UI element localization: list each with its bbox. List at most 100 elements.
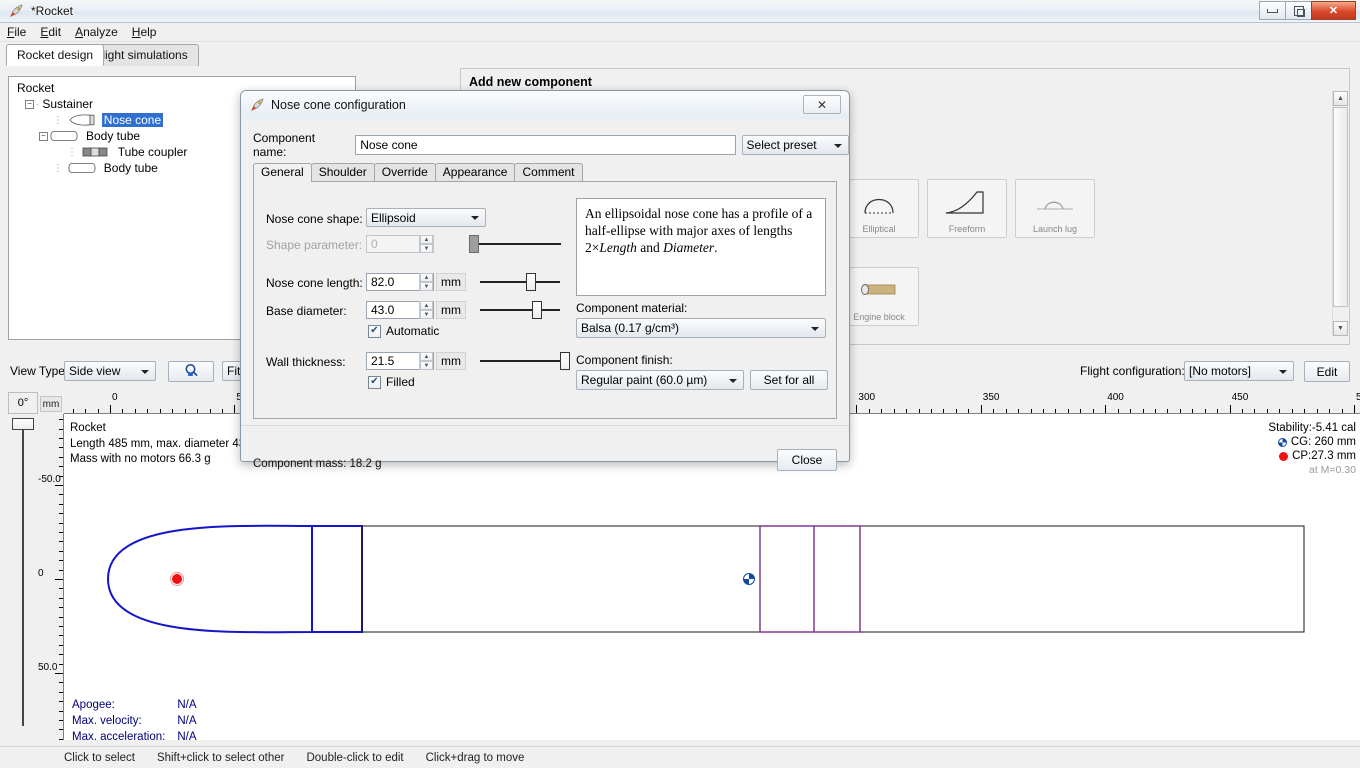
add-elliptical-button[interactable]: Elliptical: [839, 179, 919, 238]
slider-thumb[interactable]: [532, 301, 542, 319]
ruler-major-tick: [980, 405, 982, 413]
dialog-close-icon[interactable]: ✕: [803, 95, 841, 114]
menubar: File Edit Analyze Help: [0, 23, 1360, 42]
stepper-up-icon[interactable]: ▲: [420, 352, 433, 361]
tube-coupler-icon: [82, 146, 112, 158]
slider-track: [469, 243, 561, 245]
flight-stat-row: Max. velocity: N/A: [72, 714, 197, 728]
zoom-button[interactable]: [168, 361, 214, 382]
add-launch-lug-button[interactable]: Launch lug: [1015, 179, 1095, 238]
general-tab-pane: Nose cone shape: Ellipsoid Shape paramet…: [253, 181, 837, 419]
automatic-checkbox[interactable]: ✔ Automatic: [368, 324, 439, 338]
flight-configuration-select[interactable]: [No motors]: [1184, 361, 1294, 381]
add-freeform-button[interactable]: Freeform: [927, 179, 1007, 238]
nose-cone-length-value: 82.0: [371, 275, 395, 289]
flight-stat-row: Apogee: N/A: [72, 698, 197, 712]
wall-thickness-stepper[interactable]: ▲ ▼: [419, 352, 433, 370]
component-finish-select[interactable]: Regular paint (60.0 µm): [576, 370, 744, 390]
openrocket-window: *Rocket ✕ File Edit Analyze Help Rocket …: [0, 0, 1360, 768]
filled-checkbox[interactable]: ✔ Filled: [368, 375, 415, 389]
window-titlebar: *Rocket ✕: [0, 0, 1360, 23]
add-engine-block-label: Engine block: [853, 312, 905, 322]
dialog-title: Nose cone configuration: [271, 98, 406, 112]
rotation-slider-track: [22, 426, 24, 726]
tab-rocket-design[interactable]: Rocket design: [6, 44, 105, 66]
dialog-tab-appearance[interactable]: Appearance: [434, 163, 516, 182]
close-button[interactable]: ✕: [1311, 1, 1356, 20]
wall-thickness-slider[interactable]: [480, 352, 570, 370]
ruler-tick-label: 0: [38, 568, 44, 579]
apogee-value: N/A: [177, 699, 197, 711]
component-mass-label: Component mass: 18.2 g: [253, 458, 382, 470]
stepper-down-icon[interactable]: ▼: [420, 244, 433, 253]
description-emphasis-diameter: Diameter: [663, 240, 715, 255]
dialog-tab-override[interactable]: Override: [373, 163, 436, 182]
nose-cone-length-input[interactable]: 82.0 ▲ ▼: [366, 273, 434, 291]
menu-edit[interactable]: Edit: [33, 24, 68, 40]
hint-double-click: Double-click to edit: [306, 751, 404, 764]
set-for-all-button[interactable]: Set for all: [750, 370, 828, 390]
rotation-slider[interactable]: [12, 418, 34, 728]
component-material-select[interactable]: Balsa (0.17 g/cm³): [576, 318, 826, 338]
component-name-input[interactable]: Nose cone: [355, 135, 736, 155]
shape-parameter-stepper[interactable]: ▲ ▼: [419, 235, 433, 253]
vertical-ruler[interactable]: -50.0 0 50.0: [38, 414, 64, 740]
stepper-down-icon[interactable]: ▼: [420, 361, 433, 370]
dialog-close-button[interactable]: Close: [777, 449, 837, 471]
menu-help[interactable]: Help: [125, 24, 164, 40]
stepper-down-icon[interactable]: ▼: [420, 310, 433, 319]
stepper-up-icon[interactable]: ▲: [420, 273, 433, 282]
component-material-label: Component material:: [576, 301, 688, 315]
menu-analyze-rest: nalyze: [83, 25, 118, 39]
edit-flight-config-button[interactable]: Edit: [1304, 361, 1350, 382]
shape-parameter-input[interactable]: 0 ▲ ▼: [366, 235, 434, 253]
slider-thumb[interactable]: [560, 352, 570, 370]
chevron-down-icon: [1279, 370, 1287, 374]
nose-cone-length-slider[interactable]: [480, 273, 560, 291]
stepper-down-icon[interactable]: ▼: [420, 282, 433, 291]
add-engine-block-button[interactable]: Engine block: [839, 267, 919, 326]
shape-parameter-label: Shape parameter:: [266, 238, 363, 252]
view-type-select[interactable]: Side view: [64, 361, 156, 381]
base-diameter-input[interactable]: 43.0 ▲ ▼: [366, 301, 434, 319]
body-tube-icon: [68, 162, 98, 174]
minimize-button[interactable]: [1259, 1, 1286, 20]
rotation-slider-thumb[interactable]: [12, 418, 34, 430]
wall-thickness-input[interactable]: 21.5 ▲ ▼: [366, 352, 434, 370]
freeform-fin-art: [928, 180, 1006, 224]
stepper-up-icon[interactable]: ▲: [420, 301, 433, 310]
dialog-tab-comment[interactable]: Comment: [514, 163, 583, 182]
dialog-tabstrip: General Shoulder Override Appearance Com…: [253, 163, 583, 182]
menu-analyze[interactable]: Analyze: [68, 24, 125, 40]
ruler-unit-box[interactable]: mm: [40, 396, 62, 412]
ruler-major-tick: [55, 579, 63, 580]
shape-parameter-slider[interactable]: [469, 235, 561, 253]
scrollbar-thumb[interactable]: [1333, 107, 1348, 307]
nose-cone-length-unit[interactable]: mm: [436, 273, 466, 291]
stepper-up-icon[interactable]: ▲: [420, 235, 433, 244]
ruler-major-tick: [110, 405, 111, 413]
add-component-scrollbar[interactable]: ▲ ▼: [1332, 91, 1348, 336]
ruler-angle-box[interactable]: 0°: [8, 392, 38, 414]
slider-thumb[interactable]: [469, 235, 479, 253]
wall-thickness-unit[interactable]: mm: [436, 352, 466, 370]
tree-label-body-tube-2: Body tube: [103, 161, 158, 175]
select-preset-dropdown[interactable]: Select preset: [741, 135, 849, 155]
base-diameter-unit[interactable]: mm: [436, 301, 466, 319]
scroll-down-icon[interactable]: ▼: [1333, 321, 1348, 336]
nose-cone-length-stepper[interactable]: ▲ ▼: [419, 273, 433, 291]
maximize-icon: [1293, 5, 1305, 17]
dialog-tab-general[interactable]: General: [253, 163, 312, 182]
maximize-button[interactable]: [1285, 1, 1312, 20]
menu-file[interactable]: File: [0, 24, 33, 40]
base-diameter-slider[interactable]: [480, 301, 560, 319]
expander-icon[interactable]: −: [39, 131, 48, 141]
scroll-up-icon[interactable]: ▲: [1333, 91, 1348, 106]
expander-icon[interactable]: −: [25, 99, 34, 109]
apogee-label: Apogee:: [72, 699, 115, 711]
dialog-tab-shoulder[interactable]: Shoulder: [310, 163, 375, 182]
slider-thumb[interactable]: [526, 273, 536, 291]
base-diameter-stepper[interactable]: ▲ ▼: [419, 301, 433, 319]
nose-cone-shape-select[interactable]: Ellipsoid: [366, 208, 486, 227]
body-tube-icon: [50, 130, 80, 142]
